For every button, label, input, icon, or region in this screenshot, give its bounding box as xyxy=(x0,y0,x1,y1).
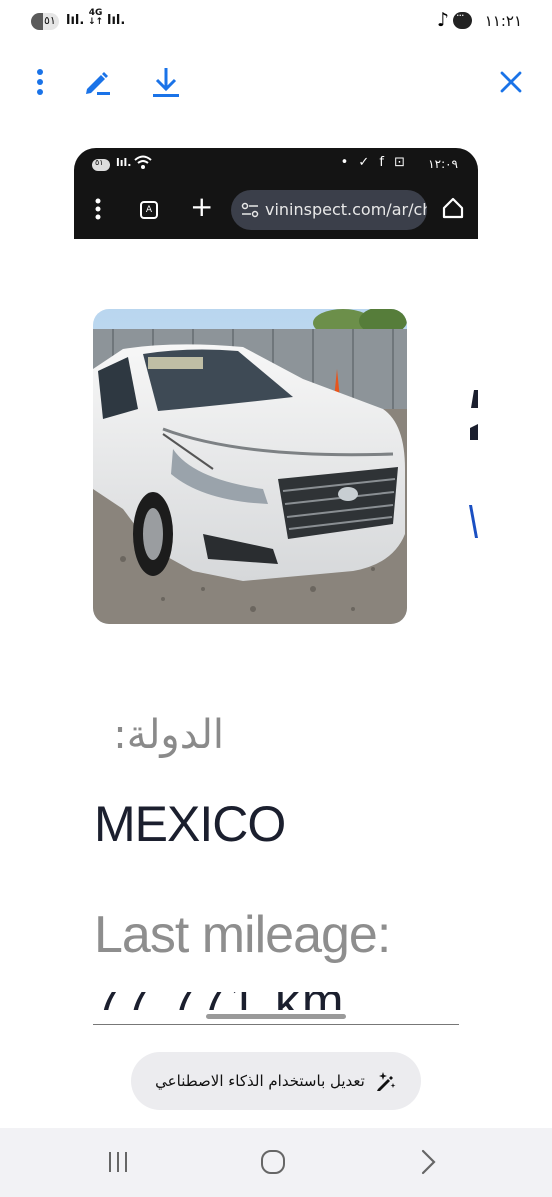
system-nav-bar xyxy=(0,1128,552,1197)
download-icon xyxy=(153,68,179,97)
signal-icon-2: lıl. xyxy=(107,13,126,28)
home-circle-icon xyxy=(261,1150,285,1174)
mileage-value: 77 771 km xyxy=(94,992,345,1010)
new-tab-plus-icon: + xyxy=(190,190,214,223)
country-value: MEXICO xyxy=(94,796,286,852)
recent-apps-button[interactable] xyxy=(88,1142,148,1182)
home-button[interactable] xyxy=(243,1142,303,1182)
edge-glyph-fragments xyxy=(469,390,478,538)
status-time: ١١:٢١ xyxy=(484,12,522,30)
embedded-signal-icon: lıl. xyxy=(116,156,132,169)
battery-icon: ٥١ xyxy=(31,13,59,30)
home-icon xyxy=(442,197,464,219)
embedded-browser-bar: A + vininspect.com/ar/ch xyxy=(74,182,478,239)
back-chevron-icon xyxy=(421,1149,436,1175)
status-bar: ٥١ lıl. 4G ↓↑ lıl. ♪ ١١:٢١ xyxy=(0,0,552,46)
tiktok-icon: ♪ xyxy=(436,9,449,31)
embedded-url-text: vininspect.com/ar/ch xyxy=(265,200,427,219)
close-button[interactable] xyxy=(489,60,533,104)
country-label: الدولة: xyxy=(113,712,224,758)
edit-button[interactable] xyxy=(75,60,119,104)
embedded-url-bar: vininspect.com/ar/ch xyxy=(231,190,427,230)
viewer-toolbar xyxy=(0,60,552,106)
more-options-button[interactable] xyxy=(18,60,62,104)
recent-apps-icon xyxy=(109,1152,127,1172)
back-button[interactable] xyxy=(398,1142,458,1182)
embedded-wifi-icon xyxy=(134,155,152,169)
edit-pen-icon xyxy=(86,72,110,95)
embedded-battery-icon: ٥١ xyxy=(92,158,110,171)
embedded-status-time: ١٢:٠٩ xyxy=(428,157,458,171)
mileage-label: Last mileage: xyxy=(94,906,391,964)
download-button[interactable] xyxy=(144,60,188,104)
network-type-icon: 4G ↓↑ xyxy=(88,8,104,27)
tabs-icon: A xyxy=(140,201,158,219)
mileage-value-container: 77 771 km xyxy=(94,992,394,1010)
more-vert-icon xyxy=(37,69,43,95)
ai-edit-sparkle-pen-icon xyxy=(376,1072,396,1091)
embedded-status-bar: ٥١ lıl. • ✓ f ⊡ ١٢:٠٩ xyxy=(74,148,478,182)
menu-dots-icon xyxy=(95,198,101,220)
chat-bubble-icon xyxy=(453,9,472,29)
battery-level: ٥١ xyxy=(44,14,56,27)
embedded-notification-icons: • ✓ f ⊡ xyxy=(340,155,408,170)
ai-edit-button[interactable]: تعديل باستخدام الذكاء الاصطناعي xyxy=(131,1052,421,1110)
car-photo xyxy=(93,309,407,624)
scroll-indicator[interactable] xyxy=(206,1014,346,1019)
close-icon xyxy=(500,71,522,93)
ai-edit-label: تعديل باستخدام الذكاء الاصطناعي xyxy=(155,1072,365,1090)
content-divider xyxy=(93,1024,459,1025)
signal-icon: lıl. xyxy=(66,13,85,28)
site-settings-icon xyxy=(241,202,259,218)
